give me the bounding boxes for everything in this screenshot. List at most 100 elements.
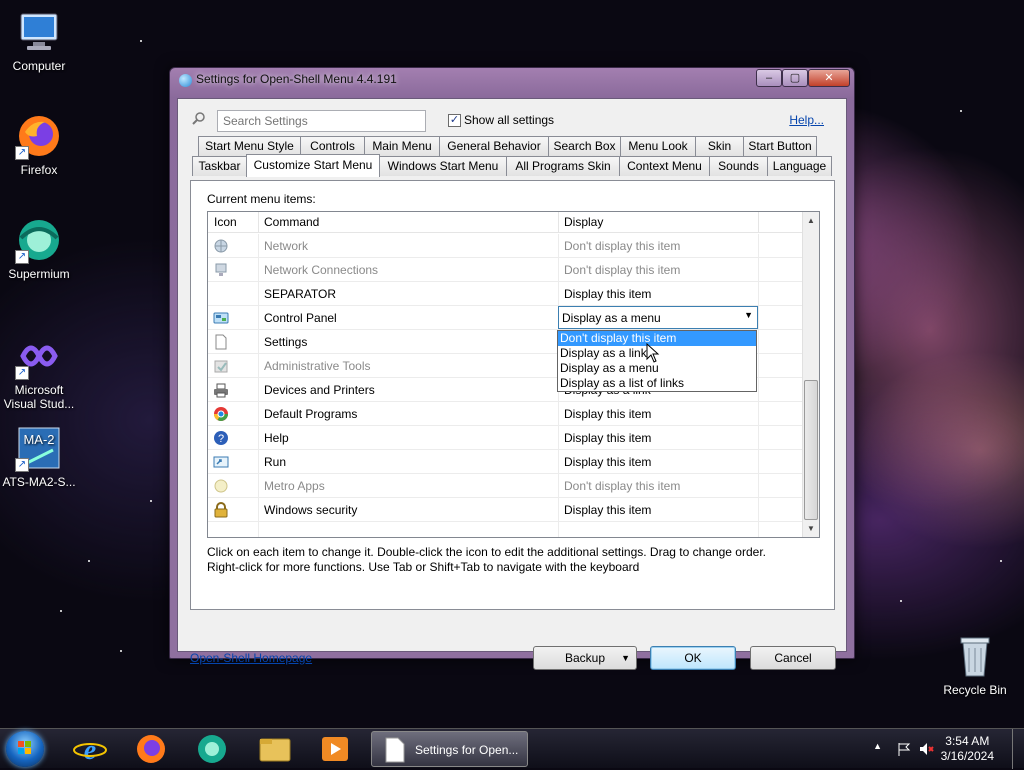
list-item[interactable]: Run Display this item — [208, 450, 804, 474]
desktop-icon-label: Computer — [12, 59, 66, 73]
clock[interactable]: 3:54 AM 3/16/2024 — [941, 734, 994, 764]
scroll-thumb[interactable] — [804, 380, 818, 520]
desktop-icon-supermium[interactable]: ↗ Supermium — [0, 216, 78, 281]
dropdown-option[interactable]: Display as a menu — [558, 361, 756, 376]
taskbar: e Settings for Open... ▲ 3:54 AM 3/16/20… — [0, 728, 1024, 769]
tab-all-programs-skin[interactable]: All Programs Skin — [506, 156, 620, 176]
desktop-icon-firefox[interactable]: ↗ Firefox — [0, 112, 78, 177]
taskbar-internet-explorer[interactable]: e — [62, 731, 118, 767]
action-center-flag-icon[interactable] — [896, 741, 912, 757]
tab-search-box[interactable]: Search Box — [548, 136, 621, 156]
list-label: Current menu items: — [207, 192, 316, 206]
svg-text:?: ? — [218, 433, 224, 445]
tab-language[interactable]: Language — [767, 156, 832, 176]
tab-context-menu[interactable]: Context Menu — [619, 156, 710, 176]
tab-menu-look[interactable]: Menu Look — [620, 136, 696, 156]
run-icon — [213, 454, 229, 470]
show-desktop-button[interactable] — [1012, 729, 1024, 769]
file-explorer-icon — [259, 738, 291, 762]
list-item[interactable]: ? Help Display this item — [208, 426, 804, 450]
tab-main-menu[interactable]: Main Menu — [364, 136, 440, 156]
taskbar-media-player[interactable] — [308, 731, 364, 767]
column-header-display[interactable]: Display — [564, 215, 603, 229]
list-item[interactable]: Control Panel Display as a menu ▼ — [208, 306, 804, 330]
tab-taskbar[interactable]: Taskbar — [192, 156, 247, 176]
metro-apps-icon — [213, 478, 229, 494]
desktop-icon-label: Recycle Bin — [943, 683, 1007, 697]
list-scrollbar[interactable]: ▲ ▼ — [802, 212, 819, 537]
recycle-bin-icon — [951, 632, 999, 680]
tab-start-menu-style[interactable]: Start Menu Style — [198, 136, 301, 156]
tab-customize-start-menu[interactable]: Customize Start Menu — [246, 154, 380, 177]
shortcut-arrow-icon: ↗ — [15, 366, 29, 380]
backup-button[interactable]: Backup ▼ — [533, 646, 637, 670]
supermium-icon — [198, 735, 226, 763]
ok-button[interactable]: OK — [650, 646, 736, 670]
list-item[interactable]: SEPARATOR Display this item — [208, 282, 804, 306]
tab-sounds[interactable]: Sounds — [709, 156, 768, 176]
list-item[interactable] — [208, 522, 804, 537]
open-shell-icon — [179, 74, 192, 87]
close-button[interactable]: ✕ — [808, 69, 850, 87]
search-icon — [192, 112, 205, 125]
scroll-down-icon[interactable]: ▼ — [803, 520, 819, 537]
show-hidden-icons-icon[interactable]: ▲ — [873, 741, 882, 751]
administrative-tools-icon — [213, 358, 229, 374]
column-header-icon[interactable]: Icon — [214, 215, 237, 229]
desktop-icon-visual-studio[interactable]: ↗ Microsoft Visual Stud... — [0, 332, 78, 411]
network-connections-icon — [213, 262, 229, 278]
column-header-command[interactable]: Command — [264, 215, 319, 229]
cancel-button[interactable]: Cancel — [750, 646, 836, 670]
chevron-down-icon: ▼ — [744, 310, 753, 320]
list-item[interactable]: Windows security Display this item — [208, 498, 804, 522]
clock-date: 3/16/2024 — [940, 749, 994, 763]
desktop-icon-label: Firefox — [20, 163, 58, 177]
search-input[interactable] — [217, 110, 426, 132]
help-link[interactable]: Help... — [789, 113, 824, 127]
list-header: Icon Command Display — [208, 212, 804, 233]
taskbar-file-explorer[interactable] — [247, 731, 303, 767]
title-bar[interactable]: Settings for Open-Shell Menu 4.4.191 – ▢… — [170, 68, 854, 92]
media-player-icon — [322, 737, 348, 761]
volume-muted-icon[interactable] — [918, 741, 934, 757]
list-item[interactable]: Metro Apps Don't display this item — [208, 474, 804, 498]
firefox-icon: ↗ — [15, 112, 63, 160]
tab-start-button[interactable]: Start Button — [743, 136, 817, 156]
document-icon — [213, 334, 229, 350]
taskbar-task-settings[interactable]: Settings for Open... — [371, 731, 528, 767]
default-programs-icon — [213, 406, 229, 422]
shortcut-arrow-icon: ↗ — [15, 146, 29, 160]
supermium-icon: ↗ — [15, 216, 63, 264]
instructions-text: Click on each item to change it. Double-… — [207, 545, 766, 574]
tab-windows-start-menu[interactable]: Windows Start Menu — [379, 156, 507, 176]
chevron-down-icon: ▼ — [621, 653, 630, 663]
minimize-button[interactable]: – — [756, 69, 782, 87]
display-combo-value: Display as a menu — [562, 311, 661, 325]
taskbar-supermium[interactable] — [184, 731, 240, 767]
visual-studio-icon: ↗ — [15, 332, 63, 380]
dropdown-option[interactable]: Display as a list of links — [558, 376, 756, 391]
homepage-link[interactable]: Open-Shell Homepage — [190, 651, 312, 665]
list-item[interactable]: Network Don't display this item — [208, 234, 804, 258]
tab-controls[interactable]: Controls — [300, 136, 365, 156]
firefox-icon — [137, 735, 165, 763]
taskbar-firefox[interactable] — [123, 731, 179, 767]
list-item[interactable]: Network Connections Don't display this i… — [208, 258, 804, 282]
desktop-icon-ma2[interactable]: MA-2 ↗ ATS-MA2-S... — [0, 424, 78, 489]
display-combo[interactable]: Display as a menu ▼ — [558, 306, 758, 329]
desktop-icon-recycle-bin[interactable]: Recycle Bin — [936, 632, 1014, 697]
start-button[interactable] — [6, 731, 44, 767]
mouse-cursor-icon — [646, 343, 660, 363]
show-all-label: Show all settings — [464, 113, 555, 127]
maximize-button[interactable]: ▢ — [782, 69, 808, 87]
svg-text:MA-2: MA-2 — [23, 432, 54, 447]
scroll-up-icon[interactable]: ▲ — [803, 212, 819, 229]
show-all-checkbox[interactable]: ✓ — [448, 114, 461, 127]
desktop-icon-computer[interactable]: Computer — [0, 8, 78, 73]
lock-icon — [213, 502, 229, 518]
computer-icon — [15, 8, 63, 56]
windows-logo-icon — [18, 741, 31, 754]
tab-general-behavior[interactable]: General Behavior — [439, 136, 549, 156]
list-item[interactable]: Default Programs Display this item — [208, 402, 804, 426]
tab-skin[interactable]: Skin — [695, 136, 744, 156]
